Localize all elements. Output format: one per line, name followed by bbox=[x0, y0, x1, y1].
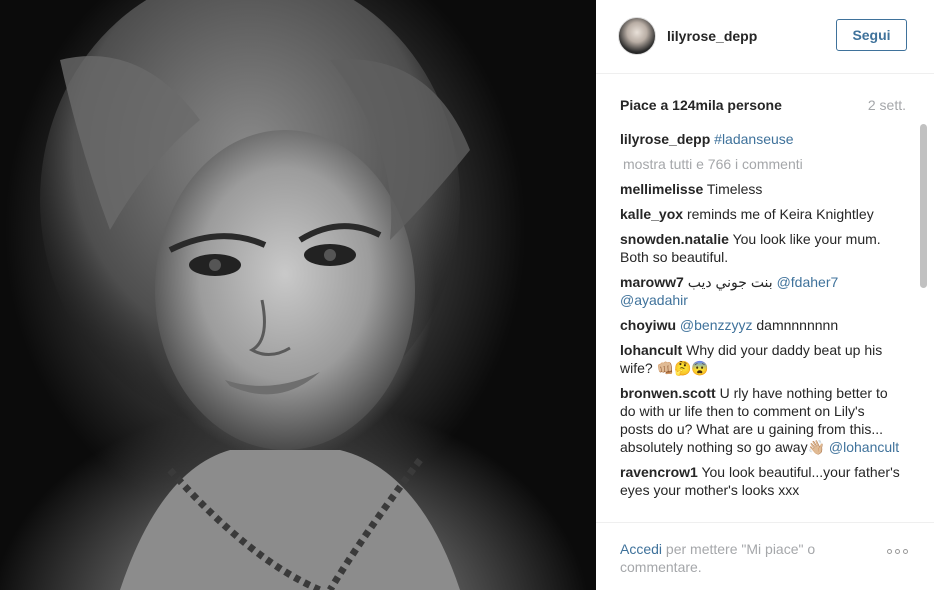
post-photo[interactable] bbox=[0, 0, 596, 590]
post-header: lilyrose_depp Segui bbox=[596, 0, 934, 74]
comment-item: lohancult Why did your daddy beat up his… bbox=[620, 341, 902, 377]
caption: lilyrose_depp #ladanseuse bbox=[620, 130, 902, 148]
comment-author[interactable]: mellimelisse bbox=[620, 181, 703, 197]
comment-text: damnnnnnnn bbox=[752, 317, 839, 333]
comment-item: snowden.natalie You look like your mum. … bbox=[620, 230, 902, 266]
comment-mention[interactable]: @fdaher7 bbox=[777, 274, 839, 290]
comment-items: mellimelisse Timeless kalle_yox reminds m… bbox=[620, 180, 902, 499]
dot bbox=[903, 549, 908, 554]
post-footer: Accedi per mettere "Mi piace" o commenta… bbox=[596, 522, 934, 591]
more-options-icon[interactable] bbox=[887, 549, 908, 554]
comment-text: reminds me of Keira Knightley bbox=[686, 206, 874, 222]
avatar[interactable] bbox=[618, 17, 656, 55]
post-side-panel: lilyrose_depp Segui Piace a 124mila pers… bbox=[596, 0, 934, 590]
comment-mention[interactable]: @ayadahir bbox=[620, 292, 688, 308]
comment-item: choyiwu @benzzyyz damnnnnnnn bbox=[620, 316, 902, 334]
comment-item: bronwen.scott U rly have nothing better … bbox=[620, 384, 902, 456]
comment-mention[interactable]: @benzzyyz bbox=[680, 317, 753, 333]
caption-author[interactable]: lilyrose_depp bbox=[620, 131, 710, 147]
comments-scrollbar[interactable] bbox=[920, 124, 927, 520]
comment-item: mellimelisse Timeless bbox=[620, 180, 902, 198]
comments-list: lilyrose_depp #ladanseuse mostra tutti e… bbox=[620, 130, 902, 522]
view-all-comments-link[interactable]: mostra tutti e 766 i commenti bbox=[620, 155, 902, 173]
dot bbox=[895, 549, 900, 554]
dot bbox=[887, 549, 892, 554]
portrait-illustration bbox=[40, 0, 470, 590]
comment-text: بنت جوني ديب bbox=[687, 274, 777, 290]
author-username[interactable]: lilyrose_depp bbox=[667, 28, 757, 44]
likes-count[interactable]: Piace a 124mila persone bbox=[620, 97, 782, 113]
comment-item: maroww7 بنت جوني ديب @fdaher7 @ayadahir bbox=[620, 273, 902, 309]
comment-item: ravencrow1 You look beautiful...your fat… bbox=[620, 463, 902, 499]
comment-author[interactable]: kalle_yox bbox=[620, 206, 683, 222]
comment-author[interactable]: choyiwu bbox=[620, 317, 676, 333]
comment-author[interactable]: ravencrow1 bbox=[620, 464, 698, 480]
comment-text: Timeless bbox=[706, 181, 763, 197]
login-link[interactable]: Accedi bbox=[620, 541, 662, 557]
comment-mention[interactable]: @lohancult bbox=[829, 439, 899, 455]
post-time[interactable]: 2 sett. bbox=[868, 97, 906, 113]
comment-item: kalle_yox reminds me of Keira Knightley bbox=[620, 205, 902, 223]
comment-author[interactable]: snowden.natalie bbox=[620, 231, 729, 247]
comment-author[interactable]: lohancult bbox=[620, 342, 682, 358]
comment-author[interactable]: bronwen.scott bbox=[620, 385, 716, 401]
login-prompt: Accedi per mettere "Mi piace" o commenta… bbox=[620, 540, 860, 576]
scrollbar-thumb[interactable] bbox=[920, 124, 927, 288]
comment-author[interactable]: maroww7 bbox=[620, 274, 684, 290]
caption-hashtag[interactable]: #ladanseuse bbox=[714, 131, 793, 147]
follow-button[interactable]: Segui bbox=[836, 19, 907, 51]
